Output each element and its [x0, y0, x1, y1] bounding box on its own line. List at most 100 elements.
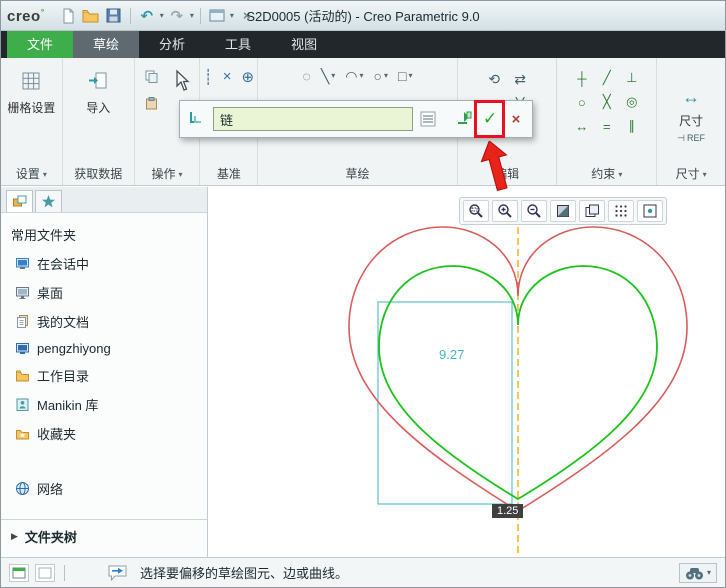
perpendicular-constraint-tool[interactable]: ⊥ — [626, 70, 637, 86]
tab-view[interactable]: 视图 — [271, 31, 337, 58]
point-tool[interactable]: × — [223, 68, 232, 86]
zoom-out-button[interactable] — [521, 200, 547, 222]
group-label-constrain[interactable]: 约束 ▾ — [557, 164, 656, 185]
window-icon — [209, 9, 225, 21]
annotation-display-button[interactable] — [637, 200, 663, 222]
reference-dimension-button[interactable]: ⊣ REF — [677, 133, 705, 144]
mirror-tool[interactable]: ⇄ — [514, 71, 526, 88]
symmetric-constraint-tool[interactable]: ↔ — [575, 119, 588, 134]
window-switch-button[interactable] — [207, 6, 227, 26]
midpoint-constraint-tool[interactable]: ╳ — [603, 94, 611, 110]
window-switch-dropdown[interactable]: ▾ — [230, 11, 234, 20]
network-globe-icon — [16, 482, 29, 495]
caret-icon: ▾ — [702, 169, 707, 179]
close-window-button[interactable]: × — [237, 6, 257, 26]
sketch-canvas[interactable]: 9.27 1.25 — [209, 187, 725, 557]
sidebar-item-favorites[interactable]: 收藏夹 — [1, 419, 207, 448]
group-label-edit: 编辑 — [495, 167, 520, 181]
centerline-tool[interactable]: ┊ — [204, 68, 213, 86]
desktop-icon — [16, 287, 29, 299]
caret-icon: ▾ — [618, 169, 623, 179]
favorites-star-icon — [42, 195, 55, 208]
folder-navigator: 常用文件夹 在会话中 桌面 我的文档 pengzhiyong 工作目录 Mani… — [1, 187, 208, 557]
vertical-constraint-tool[interactable]: ┼ — [577, 71, 586, 86]
redo-button[interactable]: ↷ — [167, 6, 187, 26]
dimension-value-height[interactable]: 9.27 — [439, 347, 464, 362]
sidebar-item-working-directory[interactable]: 工作目录 — [1, 361, 207, 390]
tab-file[interactable]: 文件 — [7, 31, 74, 58]
group-label-datum: 基准 — [216, 167, 241, 181]
cancel-button[interactable]: × — [505, 107, 527, 131]
new-file-button[interactable] — [58, 6, 78, 26]
toolbar-separator — [199, 7, 201, 24]
sidebar-item-my-documents[interactable]: 我的文档 — [1, 307, 207, 336]
model-tree-toggle-button[interactable] — [9, 563, 29, 582]
group-dimension: ↔ 尺寸 ⊣ REF 尺寸 ▾ — [657, 58, 725, 185]
tangent-constraint-tool[interactable]: ○ — [578, 95, 586, 110]
folder-tree-toggle[interactable]: ▶ 文件夹树 — [1, 519, 207, 553]
list-button[interactable] — [417, 107, 439, 131]
grid-toggle-button[interactable] — [608, 200, 634, 222]
rectangle-tool[interactable]: □ ▾ — [394, 66, 416, 86]
copy-button[interactable] — [140, 66, 163, 87]
coincident-constraint-tool[interactable]: ◎ — [626, 94, 637, 110]
navigator-toggle-button[interactable] — [35, 563, 55, 582]
modify-tool[interactable]: ⟲ — [488, 71, 500, 88]
group-label-settings[interactable]: 设置 ▾ — [1, 164, 62, 185]
cancel-x-icon: × — [511, 110, 521, 128]
construction-mode-tool[interactable]: ◌ — [299, 66, 315, 86]
manikin-library-icon — [16, 398, 29, 411]
find-dropdown-icon[interactable]: ▾ — [707, 568, 711, 577]
sidebar-item-user-computer[interactable]: pengzhiyong — [1, 336, 207, 361]
flip-direction-button[interactable] — [453, 107, 475, 131]
zoom-box-button[interactable] — [463, 200, 489, 222]
sidebar-item-in-session[interactable]: 在会话中 — [1, 249, 207, 278]
parallel-constraint-tool[interactable]: ∥ — [629, 118, 636, 134]
heart-outer-curve[interactable] — [348, 226, 688, 512]
import-button[interactable]: 导入 — [83, 66, 113, 120]
new-file-icon — [63, 8, 74, 23]
open-folder-icon — [82, 9, 99, 22]
horizontal-constraint-tool[interactable]: ╱ — [603, 70, 611, 86]
tab-analysis[interactable]: 分析 — [139, 31, 205, 58]
redo-dropdown[interactable]: ▾ — [190, 11, 194, 20]
undo-button[interactable]: ↶ — [137, 6, 157, 26]
sidebar-item-desktop[interactable]: 桌面 — [1, 278, 207, 307]
group-settings: 栅格设置 设置 ▾ — [1, 58, 63, 185]
sidebar-item-manikin-library[interactable]: Manikin 库 — [1, 390, 207, 419]
display-style-button[interactable] — [550, 200, 576, 222]
circle-tool[interactable]: ○ ▾ — [370, 66, 392, 86]
line-tool[interactable]: ╲ ▾ — [317, 66, 339, 86]
zoom-in-button[interactable] — [492, 200, 518, 222]
sidebar-item-label: 我的文档 — [37, 315, 90, 330]
undo-dropdown[interactable]: ▾ — [160, 11, 164, 20]
select-button[interactable] — [167, 66, 195, 96]
grid-settings-button[interactable]: 栅格设置 — [4, 66, 58, 120]
tab-folder-browser[interactable] — [6, 190, 33, 212]
find-button[interactable]: ▾ — [678, 562, 717, 583]
list-icon — [420, 111, 436, 127]
display-style-icon — [557, 205, 569, 217]
working-folder-icon — [16, 370, 29, 382]
coordinate-system-tool[interactable]: ⊕ — [241, 68, 254, 86]
sidebar-item-network[interactable]: 网络 — [1, 474, 207, 503]
dimension-value-tooltip[interactable]: 1.25 — [492, 504, 524, 518]
ribbon-tab-bar: 文件 草绘 分析 工具 视图 — [1, 31, 725, 58]
paste-button[interactable] — [140, 93, 163, 114]
toolbar-separator — [129, 7, 131, 24]
dimension-button[interactable]: ↔ 尺寸 — [679, 87, 703, 129]
save-button[interactable] — [104, 6, 124, 26]
tab-sketch[interactable]: 草绘 — [73, 31, 140, 58]
grid-settings-label: 栅格设置 — [7, 101, 56, 115]
arc-tool[interactable]: ◠ ▾ — [341, 66, 367, 86]
tab-favorites[interactable] — [35, 190, 62, 212]
accept-button[interactable]: ✓ — [479, 107, 501, 131]
chain-type-input[interactable] — [213, 107, 413, 131]
group-label-operations[interactable]: 操作 ▾ — [135, 164, 200, 185]
saved-views-button[interactable] — [579, 200, 605, 222]
group-label-dimension[interactable]: 尺寸 ▾ — [657, 164, 725, 185]
statusbar-separator — [64, 564, 65, 581]
tab-tools[interactable]: 工具 — [205, 31, 271, 58]
equal-constraint-tool[interactable]: = — [603, 119, 611, 134]
open-file-button[interactable] — [81, 6, 101, 26]
